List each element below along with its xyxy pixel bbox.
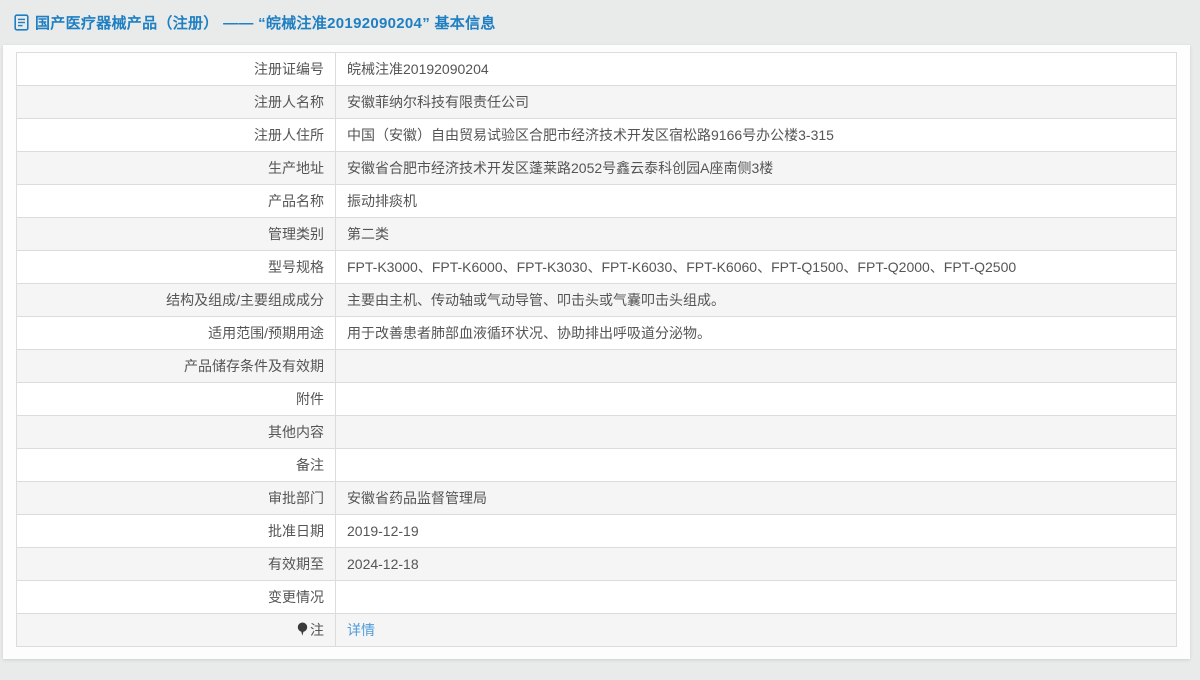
row-value-text: 安徽省合肥市经济技术开发区蓬莱路2052号鑫云泰科创园A座南侧3楼 xyxy=(347,160,773,176)
row-label: 批准日期 xyxy=(17,515,336,548)
table-row: 有效期至 2024-12-18 xyxy=(17,548,1177,581)
row-label-text: 有效期至 xyxy=(268,556,324,572)
row-label-text: 注册人住所 xyxy=(254,127,324,143)
content-card: 注册证编号皖械注准20192090204注册人名称安徽菲纳尔科技有限责任公司注册… xyxy=(3,45,1190,659)
row-value: 中国（安徽）自由贸易试验区合肥市经济技术开发区宿松路9166号办公楼3-315 xyxy=(336,119,1177,152)
row-label-text: 产品储存条件及有效期 xyxy=(184,358,324,374)
row-label-text: 注册人名称 xyxy=(254,94,324,110)
table-row: 其他内容 xyxy=(17,416,1177,449)
row-label: 审批部门 xyxy=(17,482,336,515)
row-label-text: 其他内容 xyxy=(268,424,324,440)
row-value: 2024-12-18 xyxy=(336,548,1177,581)
row-label-text: 型号规格 xyxy=(268,259,324,275)
row-label-text: 备注 xyxy=(296,457,324,473)
registration-table-body: 注册证编号皖械注准20192090204注册人名称安徽菲纳尔科技有限责任公司注册… xyxy=(17,53,1177,647)
row-value-text: 安徽菲纳尔科技有限责任公司 xyxy=(347,94,529,110)
row-value-text: FPT-K3000、FPT-K6000、FPT-K3030、FPT-K6030、… xyxy=(347,259,1016,275)
row-label: 有效期至 xyxy=(17,548,336,581)
row-value: 2019-12-19 xyxy=(336,515,1177,548)
row-label-text: 变更情况 xyxy=(268,589,324,605)
row-value-text: 振动排痰机 xyxy=(347,193,417,209)
row-value xyxy=(336,350,1177,383)
table-row: 适用范围/预期用途 用于改善患者肺部血液循环状况、协助排出呼吸道分泌物。 xyxy=(17,317,1177,350)
row-label: 结构及组成/主要组成成分 xyxy=(17,284,336,317)
table-row: 结构及组成/主要组成成分 主要由主机、传动轴或气动导管、叩击头或气囊叩击头组成。 xyxy=(17,284,1177,317)
row-value: 振动排痰机 xyxy=(336,185,1177,218)
row-value: 皖械注准20192090204 xyxy=(336,53,1177,86)
table-row: 型号规格 FPT-K3000、FPT-K6000、FPT-K3030、FPT-K6… xyxy=(17,251,1177,284)
row-label: 产品名称 xyxy=(17,185,336,218)
table-row: 附件 xyxy=(17,383,1177,416)
table-row: 注册人住所 中国（安徽）自由贸易试验区合肥市经济技术开发区宿松路9166号办公楼3… xyxy=(17,119,1177,152)
row-value: FPT-K3000、FPT-K6000、FPT-K3030、FPT-K6030、… xyxy=(336,251,1177,284)
row-value-text: 安徽省药品监督管理局 xyxy=(347,490,487,506)
table-row: 注册证编号 皖械注准20192090204 xyxy=(17,53,1177,86)
detail-link[interactable]: 详情 xyxy=(347,622,375,638)
row-value: 安徽菲纳尔科技有限责任公司 xyxy=(336,86,1177,119)
row-value-text: 2024-12-18 xyxy=(347,556,419,572)
table-row: 备注 xyxy=(17,449,1177,482)
table-row: 审批部门 安徽省药品监督管理局 xyxy=(17,482,1177,515)
table-row: 管理类别 第二类 xyxy=(17,218,1177,251)
row-label-text: 适用范围/预期用途 xyxy=(208,325,324,341)
table-row: 产品名称 振动排痰机 xyxy=(17,185,1177,218)
row-value-text: 2019-12-19 xyxy=(347,523,419,539)
row-label-text: 产品名称 xyxy=(268,193,324,209)
row-label: 备注 xyxy=(17,449,336,482)
row-label: 注册人住所 xyxy=(17,119,336,152)
row-value: 用于改善患者肺部血液循环状况、协助排出呼吸道分泌物。 xyxy=(336,317,1177,350)
row-value: 安徽省药品监督管理局 xyxy=(336,482,1177,515)
page-title: 国产医疗器械产品（注册） —— “皖械注准20192090204” 基本信息 xyxy=(35,12,496,33)
document-icon xyxy=(14,14,29,31)
row-value xyxy=(336,416,1177,449)
registration-info-table: 注册证编号皖械注准20192090204注册人名称安徽菲纳尔科技有限责任公司注册… xyxy=(16,52,1177,647)
table-row: 注册人名称 安徽菲纳尔科技有限责任公司 xyxy=(17,86,1177,119)
row-value-text: 第二类 xyxy=(347,226,389,242)
row-label-text: 附件 xyxy=(296,391,324,407)
row-label: 管理类别 xyxy=(17,218,336,251)
row-value-text: 中国（安徽）自由贸易试验区合肥市经济技术开发区宿松路9166号办公楼3-315 xyxy=(347,127,834,143)
row-label-text: 批准日期 xyxy=(268,523,324,539)
row-label-text: 生产地址 xyxy=(268,160,324,176)
row-label-text: 管理类别 xyxy=(268,226,324,242)
table-row: 生产地址 安徽省合肥市经济技术开发区蓬莱路2052号鑫云泰科创园A座南侧3楼 xyxy=(17,152,1177,185)
row-label: 产品储存条件及有效期 xyxy=(17,350,336,383)
row-label-text: 注册证编号 xyxy=(254,61,324,77)
row-value-text: 皖械注准20192090204 xyxy=(347,61,489,77)
row-value-text: 用于改善患者肺部血液循环状况、协助排出呼吸道分泌物。 xyxy=(347,325,711,341)
row-value-text: 主要由主机、传动轴或气动导管、叩击头或气囊叩击头组成。 xyxy=(347,292,725,308)
row-label-text: 结构及组成/主要组成成分 xyxy=(166,292,324,308)
row-value: 主要由主机、传动轴或气动导管、叩击头或气囊叩击头组成。 xyxy=(336,284,1177,317)
table-row: 注 详情 xyxy=(17,614,1177,647)
row-value: 安徽省合肥市经济技术开发区蓬莱路2052号鑫云泰科创园A座南侧3楼 xyxy=(336,152,1177,185)
row-label: 变更情况 xyxy=(17,581,336,614)
row-label: 型号规格 xyxy=(17,251,336,284)
row-label: 注 xyxy=(17,614,336,647)
table-row: 产品储存条件及有效期 xyxy=(17,350,1177,383)
row-label-text: 审批部门 xyxy=(268,490,324,506)
row-label: 注册人名称 xyxy=(17,86,336,119)
row-label: 注册证编号 xyxy=(17,53,336,86)
row-value: 详情 xyxy=(336,614,1177,647)
row-label: 适用范围/预期用途 xyxy=(17,317,336,350)
row-label: 生产地址 xyxy=(17,152,336,185)
page-header: 国产医疗器械产品（注册） —— “皖械注准20192090204” 基本信息 xyxy=(0,0,1200,45)
table-row: 批准日期 2019-12-19 xyxy=(17,515,1177,548)
row-label-text: 注 xyxy=(310,622,324,638)
row-value xyxy=(336,383,1177,416)
table-row: 变更情况 xyxy=(17,581,1177,614)
row-label: 附件 xyxy=(17,383,336,416)
row-value xyxy=(336,581,1177,614)
note-pin-icon xyxy=(297,622,308,640)
row-value xyxy=(336,449,1177,482)
row-label: 其他内容 xyxy=(17,416,336,449)
row-value: 第二类 xyxy=(336,218,1177,251)
